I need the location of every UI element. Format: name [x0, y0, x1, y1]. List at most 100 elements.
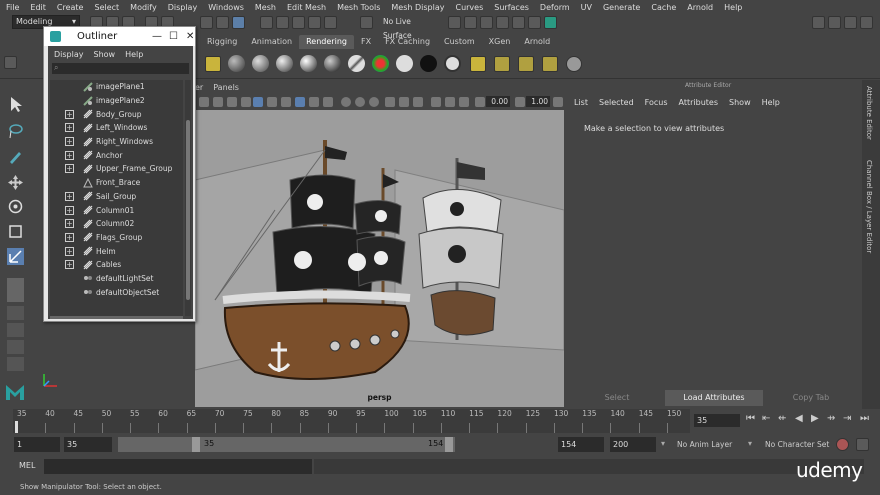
layout-list-icon[interactable]: [7, 357, 24, 371]
shelf-tab-rigging[interactable]: Rigging: [200, 35, 244, 49]
outliner-menu-show[interactable]: Show: [94, 50, 116, 59]
outliner-item[interactable]: + Anchor: [50, 148, 183, 162]
ramp-shader-icon[interactable]: [372, 55, 389, 72]
close-icon[interactable]: ✕: [186, 27, 194, 46]
outliner-item[interactable]: + Cables: [50, 258, 183, 272]
expand-icon[interactable]: +: [65, 191, 74, 201]
step-back-frame-icon[interactable]: ⇷: [778, 413, 786, 424]
shelf-tab-arnold[interactable]: Arnold: [517, 35, 557, 49]
character-set-label[interactable]: No Character Set: [765, 440, 829, 449]
playback-end-field[interactable]: 154: [558, 437, 604, 452]
tab-channel-box[interactable]: Channel Box / Layer Editor: [865, 160, 873, 253]
expand-icon[interactable]: +: [65, 205, 74, 215]
live-object-icon[interactable]: [360, 16, 373, 29]
menu-curves[interactable]: Curves: [455, 3, 483, 12]
attr-menu-help[interactable]: Help: [762, 98, 780, 107]
outliner-item[interactable]: + Sail_Group: [50, 190, 183, 204]
ipr-render-icon[interactable]: [480, 16, 493, 29]
shelf-tab-xgen[interactable]: XGen: [482, 35, 518, 49]
render-view-icon[interactable]: [448, 16, 461, 29]
select-hierarchy-icon[interactable]: [200, 16, 213, 29]
expand-icon[interactable]: +: [65, 232, 74, 242]
outliner-menu-help[interactable]: Help: [125, 50, 143, 59]
lasso-tool-icon[interactable]: [7, 122, 24, 139]
menu-deform[interactable]: Deform: [540, 3, 570, 12]
select-object-icon[interactable]: [216, 16, 229, 29]
shelf-tab-fx[interactable]: FX: [354, 35, 378, 49]
ambient-light-icon[interactable]: [494, 56, 510, 72]
shelf-tab-fx-caching[interactable]: FX Caching: [378, 35, 437, 49]
menu-select[interactable]: Select: [94, 3, 119, 12]
modeling-toolkit-icon[interactable]: [828, 16, 841, 29]
range-end-handle[interactable]: [445, 437, 453, 452]
gamma-field[interactable]: 1.00: [526, 96, 550, 107]
menu-file[interactable]: File: [6, 3, 19, 12]
shelf-tab-custom[interactable]: Custom: [437, 35, 482, 49]
outliner-item[interactable]: + Left_Windows: [50, 121, 183, 135]
copy-tab-button[interactable]: Copy Tab: [763, 390, 859, 406]
expand-icon[interactable]: +: [65, 109, 74, 119]
viewport-menu-er[interactable]: er: [195, 83, 203, 92]
image-plane-toggle-icon[interactable]: [227, 97, 237, 107]
outliner-item[interactable]: + Helm: [50, 244, 183, 258]
attr-menu-show[interactable]: Show: [729, 98, 751, 107]
time-slider-track[interactable]: 35 40 45 50 55 60 65 70 75 80 85 90 95 100 105 110 115 12…: [13, 409, 690, 433]
auto-key-icon[interactable]: [836, 438, 849, 451]
two-d-pan-zoom-icon[interactable]: [241, 97, 251, 107]
rotate-tool-icon[interactable]: [7, 198, 24, 215]
outliner-item[interactable]: imagePlane1: [50, 80, 183, 94]
menu-edit[interactable]: Edit: [30, 3, 46, 12]
persp-graph-layout-icon[interactable]: [7, 340, 24, 354]
scroll-thumb[interactable]: [186, 120, 190, 300]
use-background-icon[interactable]: [420, 55, 437, 72]
use-all-lights-icon[interactable]: [399, 97, 409, 107]
film-gate-icon[interactable]: [281, 97, 291, 107]
isolate-select-icon[interactable]: [431, 97, 441, 107]
select-component-icon[interactable]: [232, 16, 245, 29]
x-ray-icon[interactable]: [445, 97, 455, 107]
outliner-item[interactable]: + Upper_Frame_Group: [50, 162, 183, 176]
phong-e-shader-icon[interactable]: [300, 55, 317, 72]
sign-in-icon[interactable]: [812, 16, 825, 29]
render-settings-icon[interactable]: [496, 16, 509, 29]
move-tool-icon[interactable]: [7, 174, 24, 191]
grid-toggle-icon[interactable]: [267, 97, 277, 107]
snap-grid-icon[interactable]: [260, 16, 273, 29]
outliner-item[interactable]: Front_Brace: [50, 176, 183, 190]
menu-create[interactable]: Create: [57, 3, 84, 12]
outliner-hscrollbar[interactable]: [50, 316, 183, 319]
directional-light-icon[interactable]: [470, 56, 486, 72]
menu-help[interactable]: Help: [724, 3, 742, 12]
attr-menu-focus[interactable]: Focus: [645, 98, 668, 107]
grease-pencil-icon[interactable]: [253, 97, 263, 107]
step-forward-frame-icon[interactable]: ⇸: [827, 413, 835, 424]
menu-arnold[interactable]: Arnold: [687, 3, 713, 12]
mel-label[interactable]: MEL: [19, 461, 35, 470]
expand-icon[interactable]: +: [65, 246, 74, 256]
outliner-item[interactable]: + Body_Group: [50, 107, 183, 121]
play-backwards-icon[interactable]: ◀: [795, 413, 803, 424]
outliner-item[interactable]: imagePlane2: [50, 94, 183, 108]
maximize-icon[interactable]: ☐: [169, 27, 178, 46]
outliner-scrollbar[interactable]: [185, 80, 191, 316]
range-bar[interactable]: 35 154: [118, 437, 455, 452]
animation-prefs-icon[interactable]: [856, 438, 869, 451]
channel-box-toggle-icon[interactable]: [860, 16, 873, 29]
menu-display[interactable]: Display: [168, 3, 198, 12]
menu-edit-mesh[interactable]: Edit Mesh: [287, 3, 326, 12]
outliner-window[interactable]: Outliner — ☐ ✕ Display Show Help ⌕ imagePl…: [43, 26, 196, 322]
shelf-menu-gear-icon[interactable]: [4, 56, 17, 69]
go-to-end-icon[interactable]: ⏭: [860, 413, 869, 424]
select-tool-icon[interactable]: [7, 96, 24, 113]
outliner-item[interactable]: + Column01: [50, 203, 183, 217]
four-view-layout-icon[interactable]: [7, 306, 24, 320]
gamma-icon[interactable]: [515, 97, 525, 107]
attr-menu-list[interactable]: List: [574, 98, 588, 107]
outliner-item[interactable]: defaultLightSet: [50, 272, 183, 286]
expand-icon[interactable]: +: [65, 219, 74, 229]
spot-light-icon[interactable]: [542, 56, 558, 72]
lambert-shader-icon[interactable]: [228, 55, 245, 72]
viewport-menu-panels[interactable]: Panels: [213, 83, 239, 92]
select-button[interactable]: Select: [569, 390, 665, 406]
animation-end-field[interactable]: 200: [610, 437, 656, 452]
